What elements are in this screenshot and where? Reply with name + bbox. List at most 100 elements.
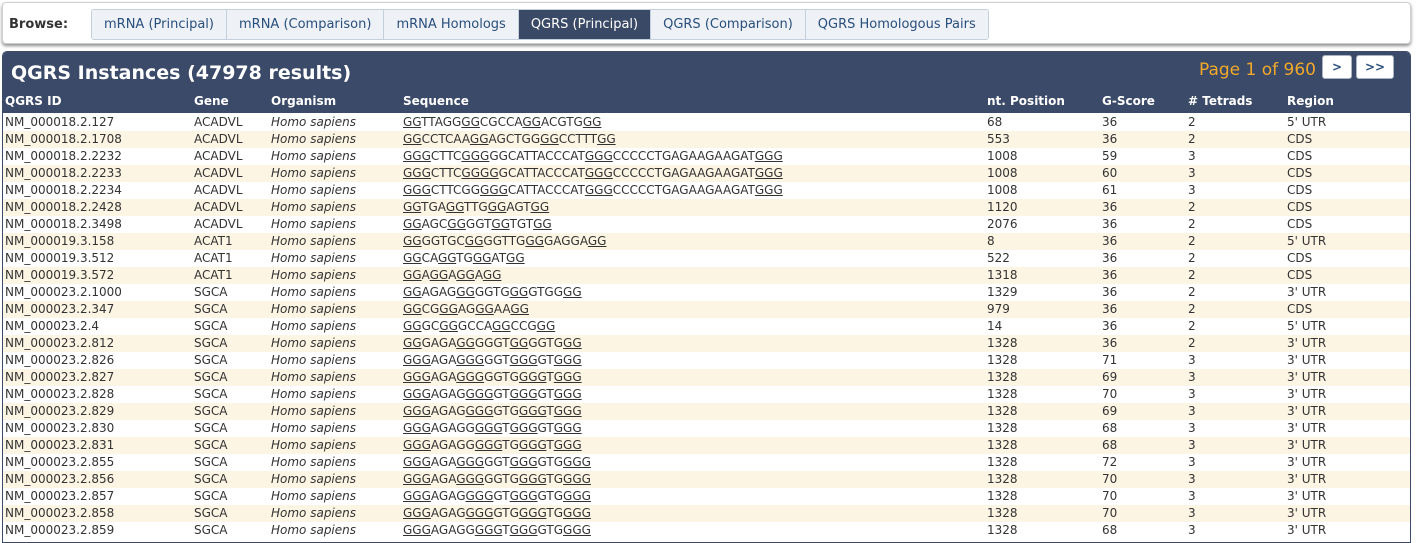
- table-row[interactable]: NM_000023.2.827 SGCA Homo sapiens GGGAGAGGG…: [3, 369, 1410, 386]
- qgrs-id-cell[interactable]: NM_000018.2.1708: [5, 132, 122, 146]
- table-row[interactable]: NM_000018.2.127 ACADVL Homo sapiens GGTTAGG…: [3, 114, 1410, 131]
- tab-mrna-homologs[interactable]: mRNA Homologs: [384, 10, 519, 39]
- gene-cell: SGCA: [194, 336, 228, 350]
- table-row[interactable]: NM_000019.3.158 ACAT1 Homo sapiens GGGGTGCG…: [3, 233, 1410, 250]
- qgrs-id-cell[interactable]: NM_000023.2.347: [5, 302, 114, 316]
- col-header-gene[interactable]: Gene: [194, 94, 229, 108]
- gene-cell: SGCA: [194, 319, 228, 333]
- table-row[interactable]: NM_000018.2.2233 ACADVL Homo sapiens GGGCTT…: [3, 165, 1410, 182]
- col-header-region[interactable]: Region: [1287, 94, 1334, 108]
- tab-mrna-principal[interactable]: mRNA (Principal): [92, 10, 227, 39]
- qgrs-id-cell[interactable]: NM_000023.2.830: [5, 421, 114, 435]
- qgrs-id-cell[interactable]: NM_000023.2.828: [5, 387, 114, 401]
- table-row[interactable]: NM_000023.2.855 SGCA Homo sapiens GGGAGAGGG…: [3, 454, 1410, 471]
- last-page-button[interactable]: >>: [1356, 55, 1394, 79]
- table-row[interactable]: NM_000018.2.2234 ACADVL Homo sapiens GGGCTT…: [3, 182, 1410, 199]
- gscore-cell: 70: [1102, 387, 1118, 401]
- col-header-position[interactable]: nt. Position: [987, 94, 1065, 108]
- position-cell: 1328: [987, 353, 1018, 367]
- qgrs-id-cell[interactable]: NM_000023.2.827: [5, 370, 114, 384]
- organism-cell: Homo sapiens: [271, 370, 357, 384]
- gene-cell: SGCA: [194, 421, 228, 435]
- table-row[interactable]: NM_000019.3.572 ACAT1 Homo sapiens GGAGGAGG…: [3, 267, 1410, 284]
- qgrs-id-cell[interactable]: NM_000023.2.826: [5, 353, 114, 367]
- qgrs-id-cell[interactable]: NM_000023.2.831: [5, 438, 114, 452]
- gscore-cell: 36: [1102, 234, 1118, 248]
- table-row[interactable]: NM_000023.2.4 SGCA Homo sapiens GGGCGGGCCAG…: [3, 318, 1410, 335]
- sequence-cell: GGGAGAGGGGGTGGGGTGGG: [403, 421, 582, 435]
- table-row[interactable]: NM_000018.2.2232 ACADVL Homo sapiens GGGCTT…: [3, 148, 1410, 165]
- gene-cell: SGCA: [194, 472, 228, 486]
- tab-qgrs-homologous-pairs[interactable]: QGRS Homologous Pairs: [805, 10, 988, 39]
- table-row[interactable]: NM_000023.2.828 SGCA Homo sapiens GGGAGAGGG…: [3, 386, 1410, 403]
- qgrs-id-cell[interactable]: NM_000018.2.2428: [5, 200, 122, 214]
- table-row[interactable]: NM_000018.2.1708 ACADVL Homo sapiens GGCCTC…: [3, 131, 1410, 148]
- gscore-cell: 36: [1102, 200, 1118, 214]
- qgrs-id-cell[interactable]: NM_000023.2.1000: [5, 285, 122, 299]
- qgrs-id-cell[interactable]: NM_000018.2.127: [5, 115, 114, 129]
- qgrs-id-cell[interactable]: NM_000018.2.2232: [5, 149, 122, 163]
- qgrs-id-cell[interactable]: NM_000023.2.4: [5, 319, 99, 333]
- gene-cell: SGCA: [194, 353, 228, 367]
- tab-qgrs-comparison[interactable]: QGRS (Comparison): [651, 10, 806, 39]
- qgrs-id-cell[interactable]: NM_000023.2.855: [5, 455, 114, 469]
- organism-cell: Homo sapiens: [271, 455, 357, 469]
- col-header-tetrads[interactable]: # Tetrads: [1188, 94, 1252, 108]
- sequence-cell: GGGAGAGGGGGTGGGGTGGGG: [403, 455, 591, 469]
- table-row[interactable]: NM_000023.2.829 SGCA Homo sapiens GGGAGAGGG…: [3, 403, 1410, 420]
- sequence-cell: GGGAGAGGGGGTGGGGTGGGG: [403, 523, 591, 537]
- qgrs-id-cell[interactable]: NM_000023.2.856: [5, 472, 114, 486]
- tetrads-cell: 3: [1188, 370, 1196, 384]
- page-title: QGRS Instances (47978 results): [11, 62, 352, 84]
- tetrads-cell: 3: [1188, 438, 1196, 452]
- qgrs-id-cell[interactable]: NM_000023.2.829: [5, 404, 114, 418]
- table-row[interactable]: NM_000023.2.856 SGCA Homo sapiens GGGAGAGGG…: [3, 471, 1410, 488]
- qgrs-id-cell[interactable]: NM_000019.3.572: [5, 268, 114, 282]
- table-row[interactable]: NM_000023.2.831 SGCA Homo sapiens GGGAGAGGG…: [3, 437, 1410, 454]
- table-row[interactable]: NM_000023.2.859 SGCA Homo sapiens GGGAGAGGG…: [3, 522, 1410, 539]
- region-cell: 3' UTR: [1287, 455, 1327, 469]
- region-cell: 3' UTR: [1287, 438, 1327, 452]
- table-row[interactable]: NM_000018.2.3498 ACADVL Homo sapiens GGAGCG…: [3, 216, 1410, 233]
- gene-cell: ACADVL: [194, 132, 243, 146]
- tab-mrna-comparison[interactable]: mRNA (Comparison): [227, 10, 385, 39]
- table-row[interactable]: NM_000023.2.830 SGCA Homo sapiens GGGAGAGGG…: [3, 420, 1410, 437]
- table-row[interactable]: NM_000019.3.512 ACAT1 Homo sapiens GGCAGGTG…: [3, 250, 1410, 267]
- sequence-cell: GGTGAGGTTGGGAGTGG: [403, 200, 550, 214]
- organism-cell: Homo sapiens: [271, 217, 357, 231]
- gscore-cell: 36: [1102, 251, 1118, 265]
- gene-cell: ACADVL: [194, 115, 243, 129]
- position-cell: 1328: [987, 523, 1018, 537]
- tab-qgrs-principal[interactable]: QGRS (Principal): [518, 10, 652, 39]
- gscore-cell: 36: [1102, 115, 1118, 129]
- sequence-cell: GGCAGGTGGGATGG: [403, 251, 525, 265]
- qgrs-id-cell[interactable]: NM_000018.2.2234: [5, 183, 122, 197]
- results-panel: QGRS Instances (47978 results) Page 1 of…: [2, 51, 1411, 543]
- position-cell: 1120: [987, 200, 1018, 214]
- table-row[interactable]: NM_000023.2.826 SGCA Homo sapiens GGGAGAGGG…: [3, 352, 1410, 369]
- table-row[interactable]: NM_000023.2.347 SGCA Homo sapiens GGCGGGAGG…: [3, 301, 1410, 318]
- qgrs-id-cell[interactable]: NM_000023.2.859: [5, 523, 114, 537]
- qgrs-id-cell[interactable]: NM_000019.3.512: [5, 251, 114, 265]
- organism-cell: Homo sapiens: [271, 200, 357, 214]
- qgrs-id-cell[interactable]: NM_000018.2.3498: [5, 217, 122, 231]
- qgrs-id-cell[interactable]: NM_000018.2.2233: [5, 166, 122, 180]
- col-header-gscore[interactable]: G-Score: [1102, 94, 1155, 108]
- tetrads-cell: 2: [1188, 285, 1196, 299]
- col-header-sequence[interactable]: Sequence: [403, 94, 469, 108]
- table-row[interactable]: NM_000023.2.812 SGCA Homo sapiens GGGAGAGGG…: [3, 335, 1410, 352]
- table-row[interactable]: NM_000023.2.857 SGCA Homo sapiens GGGAGAGGG…: [3, 488, 1410, 505]
- next-page-button[interactable]: >: [1322, 55, 1352, 79]
- col-header-qgrs-id[interactable]: QGRS ID: [5, 94, 62, 108]
- qgrs-id-cell[interactable]: NM_000019.3.158: [5, 234, 114, 248]
- qgrs-id-cell[interactable]: NM_000023.2.812: [5, 336, 114, 350]
- region-cell: 3' UTR: [1287, 285, 1327, 299]
- position-cell: 1328: [987, 404, 1018, 418]
- table-row[interactable]: NM_000023.2.1000 SGCA Homo sapiens GGAGAGGG…: [3, 284, 1410, 301]
- table-row[interactable]: NM_000018.2.2428 ACADVL Homo sapiens GGTGAG…: [3, 199, 1410, 216]
- tetrads-cell: 3: [1188, 353, 1196, 367]
- col-header-organism[interactable]: Organism: [271, 94, 336, 108]
- table-row[interactable]: NM_000023.2.858 SGCA Homo sapiens GGGAGAGGG…: [3, 505, 1410, 522]
- qgrs-id-cell[interactable]: NM_000023.2.858: [5, 506, 114, 520]
- qgrs-id-cell[interactable]: NM_000023.2.857: [5, 489, 114, 503]
